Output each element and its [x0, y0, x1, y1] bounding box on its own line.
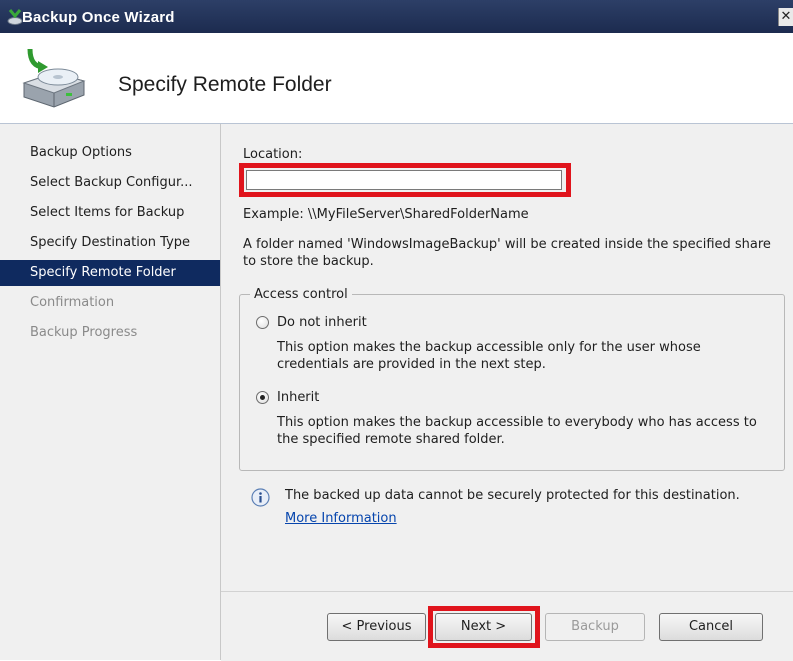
info-icon — [251, 488, 270, 507]
inherit-desc-line2: the specified remote shared folder. — [277, 432, 505, 447]
folder-note-line1: A folder named 'WindowsImageBackup' will… — [243, 237, 771, 252]
wizard-steps-sidebar: Backup Options Select Backup Configur...… — [0, 124, 221, 660]
step-select-backup-configuration[interactable]: Select Backup Configur... — [0, 170, 220, 196]
location-highlight — [239, 163, 571, 197]
do-not-inherit-desc-line2: credentials are provided in the next ste… — [277, 357, 546, 372]
backup-drive-icon — [22, 48, 86, 108]
step-backup-options[interactable]: Backup Options — [0, 140, 220, 166]
location-label: Location: — [243, 147, 303, 162]
more-information-link[interactable]: More Information — [285, 511, 397, 526]
do-not-inherit-desc-line1: This option makes the backup accessible … — [277, 340, 701, 355]
radio-selected-dot — [260, 395, 265, 400]
step-select-items-for-backup[interactable]: Select Items for Backup — [0, 200, 220, 226]
info-text: The backed up data cannot be securely pr… — [285, 488, 740, 503]
step-confirmation: Confirmation — [30, 295, 115, 310]
inherit-radio[interactable] — [256, 391, 269, 404]
inherit-label[interactable]: Inherit — [277, 390, 319, 405]
do-not-inherit-radio[interactable] — [256, 316, 269, 329]
example-path-text: Example: \\MyFileServer\SharedFolderName — [243, 207, 529, 222]
window-title: Backup Once Wizard — [22, 9, 175, 26]
inherit-desc-line1: This option makes the backup accessible … — [277, 415, 757, 430]
wizard-header: Specify Remote Folder — [0, 33, 793, 124]
step-specify-destination-type[interactable]: Specify Destination Type — [0, 230, 220, 256]
close-icon[interactable]: ✕ — [778, 8, 793, 26]
backup-button: Backup — [545, 613, 645, 641]
access-control-legend: Access control — [254, 287, 348, 302]
title-bar: Backup Once Wizard ✕ — [0, 0, 793, 33]
cancel-button[interactable]: Cancel — [659, 613, 763, 641]
next-button-highlight — [428, 606, 540, 648]
previous-button[interactable]: < Previous — [327, 613, 426, 641]
page-title: Specify Remote Folder — [118, 73, 332, 96]
step-specify-remote-folder[interactable]: Specify Remote Folder — [0, 260, 220, 286]
folder-note-line2: to store the backup. — [243, 254, 374, 269]
step-backup-progress: Backup Progress — [30, 325, 138, 340]
do-not-inherit-label[interactable]: Do not inherit — [277, 315, 367, 330]
